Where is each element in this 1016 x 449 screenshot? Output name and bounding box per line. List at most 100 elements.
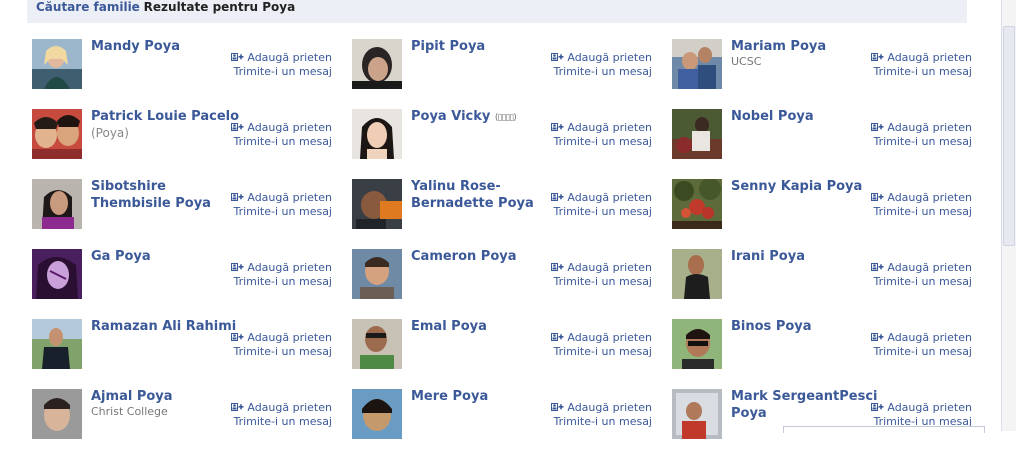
send-message-link[interactable]: Trimite-i un mesaj xyxy=(542,135,652,149)
send-message-link[interactable]: Trimite-i un mesaj xyxy=(542,65,652,79)
avatar[interactable] xyxy=(352,179,402,229)
result-card: Ajmal Poya Christ College Adaugă prieten… xyxy=(32,389,332,449)
result-card: Senny Kapia Poya Adaugă prieten Trimite-… xyxy=(672,179,972,239)
add-friend-button[interactable]: Adaugă prieten xyxy=(542,331,652,345)
add-friend-icon xyxy=(231,53,245,61)
result-card: Yalinu Rose-Bernadette Poya Adaugă priet… xyxy=(352,179,652,239)
avatar[interactable] xyxy=(32,39,82,89)
send-message-link[interactable]: Trimite-i un mesaj xyxy=(862,135,972,149)
result-name[interactable]: Binos Poya xyxy=(731,318,881,335)
avatar[interactable] xyxy=(352,39,402,89)
avatar[interactable] xyxy=(672,179,722,229)
result-card: Ramazan Ali Rahimi Adaugă prieten Trimit… xyxy=(32,319,332,379)
add-friend-button[interactable]: Adaugă prieten xyxy=(862,331,972,345)
add-friend-icon xyxy=(871,403,885,411)
add-friend-button[interactable]: Adaugă prieten xyxy=(222,121,332,135)
send-message-link[interactable]: Trimite-i un mesaj xyxy=(222,135,332,149)
send-message-link[interactable]: Trimite-i un mesaj xyxy=(542,205,652,219)
add-friend-button[interactable]: Adaugă prieten xyxy=(222,191,332,205)
chat-bar[interactable] xyxy=(783,426,985,433)
result-card: Nobel Poya Adaugă prieten Trimite-i un m… xyxy=(672,109,972,169)
add-friend-button[interactable]: Adaugă prieten xyxy=(542,191,652,205)
add-friend-button[interactable]: Adaugă prieten xyxy=(542,401,652,415)
result-name[interactable]: Yalinu Rose-Bernadette Poya xyxy=(411,178,561,212)
avatar[interactable] xyxy=(32,179,82,229)
add-friend-button[interactable]: Adaugă prieten xyxy=(222,401,332,415)
send-message-link[interactable]: Trimite-i un mesaj xyxy=(862,275,972,289)
add-friend-button[interactable]: Adaugă prieten xyxy=(862,121,972,135)
add-friend-button[interactable]: Adaugă prieten xyxy=(222,51,332,65)
result-name[interactable]: Mere Poya xyxy=(411,388,561,405)
result-name[interactable]: Mark SergeantPesci Poya xyxy=(731,388,881,422)
add-friend-icon xyxy=(871,193,885,201)
add-friend-button[interactable]: Adaugă prieten xyxy=(862,261,972,275)
result-name[interactable]: Poya Vicky (▯▯▯▯) xyxy=(411,108,561,127)
avatar[interactable] xyxy=(352,249,402,299)
avatar[interactable] xyxy=(672,319,722,369)
result-name[interactable]: Patrick Louie Pacelo (Poya) xyxy=(91,108,241,141)
add-friend-button[interactable]: Adaugă prieten xyxy=(542,261,652,275)
send-message-link[interactable]: Trimite-i un mesaj xyxy=(222,275,332,289)
avatar[interactable] xyxy=(352,389,402,439)
result-subtitle: Christ College xyxy=(91,405,168,418)
add-friend-icon xyxy=(871,333,885,341)
add-friend-icon xyxy=(551,53,565,61)
add-friend-icon xyxy=(871,53,885,61)
add-friend-button[interactable]: Adaugă prieten xyxy=(542,51,652,65)
avatar[interactable] xyxy=(672,389,722,439)
result-name[interactable]: Cameron Poya xyxy=(411,248,561,265)
avatar[interactable] xyxy=(672,249,722,299)
avatar[interactable] xyxy=(32,249,82,299)
avatar[interactable] xyxy=(32,319,82,369)
add-friend-icon xyxy=(231,333,245,341)
add-friend-button[interactable]: Adaugă prieten xyxy=(222,261,332,275)
avatar[interactable] xyxy=(672,39,722,89)
add-friend-icon xyxy=(871,263,885,271)
add-friend-button[interactable]: Adaugă prieten xyxy=(862,401,972,415)
family-search-link[interactable]: Căutare familie xyxy=(36,0,140,14)
result-name[interactable]: Mariam Poya UCSC xyxy=(731,38,881,68)
avatar[interactable] xyxy=(352,319,402,369)
result-name[interactable]: Ramazan Ali Rahimi xyxy=(91,318,241,335)
result-card: Emal Poya Adaugă prieten Trimite-i un me… xyxy=(352,319,652,379)
result-name[interactable]: Ga Poya xyxy=(91,248,241,265)
send-message-link[interactable]: Trimite-i un mesaj xyxy=(222,65,332,79)
send-message-link[interactable]: Trimite-i un mesaj xyxy=(542,415,652,429)
add-friend-icon xyxy=(551,193,565,201)
add-friend-button[interactable]: Adaugă prieten xyxy=(542,121,652,135)
result-name[interactable]: Mandy Poya xyxy=(91,38,241,55)
result-name[interactable]: Emal Poya xyxy=(411,318,561,335)
add-friend-button[interactable]: Adaugă prieten xyxy=(862,191,972,205)
result-name[interactable]: Ajmal Poya Christ College xyxy=(91,388,241,418)
result-card: Mere Poya Adaugă prieten Trimite-i un me… xyxy=(352,389,652,449)
add-friend-icon xyxy=(551,123,565,131)
scrollbar-thumb[interactable] xyxy=(1003,26,1015,246)
send-message-link[interactable]: Trimite-i un mesaj xyxy=(542,345,652,359)
result-card: Irani Poya Adaugă prieten Trimite-i un m… xyxy=(672,249,972,309)
send-message-link[interactable]: Trimite-i un mesaj xyxy=(222,345,332,359)
result-card: Mandy Poya Adaugă prieten Trimite-i un m… xyxy=(32,39,332,99)
add-friend-button[interactable]: Adaugă prieten xyxy=(862,51,972,65)
add-friend-icon xyxy=(231,193,245,201)
result-name[interactable]: Sibotshire Thembisile Poya xyxy=(91,178,241,212)
add-friend-icon xyxy=(231,403,245,411)
send-message-link[interactable]: Trimite-i un mesaj xyxy=(862,345,972,359)
result-card: Cameron Poya Adaugă prieten Trimite-i un… xyxy=(352,249,652,309)
result-name[interactable]: Irani Poya xyxy=(731,248,881,265)
avatar[interactable] xyxy=(672,109,722,159)
add-friend-button[interactable]: Adaugă prieten xyxy=(222,331,332,345)
avatar[interactable] xyxy=(32,109,82,159)
add-friend-icon xyxy=(871,123,885,131)
send-message-link[interactable]: Trimite-i un mesaj xyxy=(862,205,972,219)
result-name[interactable]: Pipit Poya xyxy=(411,38,561,55)
send-message-link[interactable]: Trimite-i un mesaj xyxy=(862,65,972,79)
add-friend-icon xyxy=(551,403,565,411)
send-message-link[interactable]: Trimite-i un mesaj xyxy=(222,415,332,429)
send-message-link[interactable]: Trimite-i un mesaj xyxy=(542,275,652,289)
result-name[interactable]: Senny Kapia Poya xyxy=(731,178,881,195)
result-name[interactable]: Nobel Poya xyxy=(731,108,881,125)
avatar[interactable] xyxy=(32,389,82,439)
send-message-link[interactable]: Trimite-i un mesaj xyxy=(222,205,332,219)
result-card: Poya Vicky (▯▯▯▯) Adaugă prieten Trimite… xyxy=(352,109,652,169)
avatar[interactable] xyxy=(352,109,402,159)
